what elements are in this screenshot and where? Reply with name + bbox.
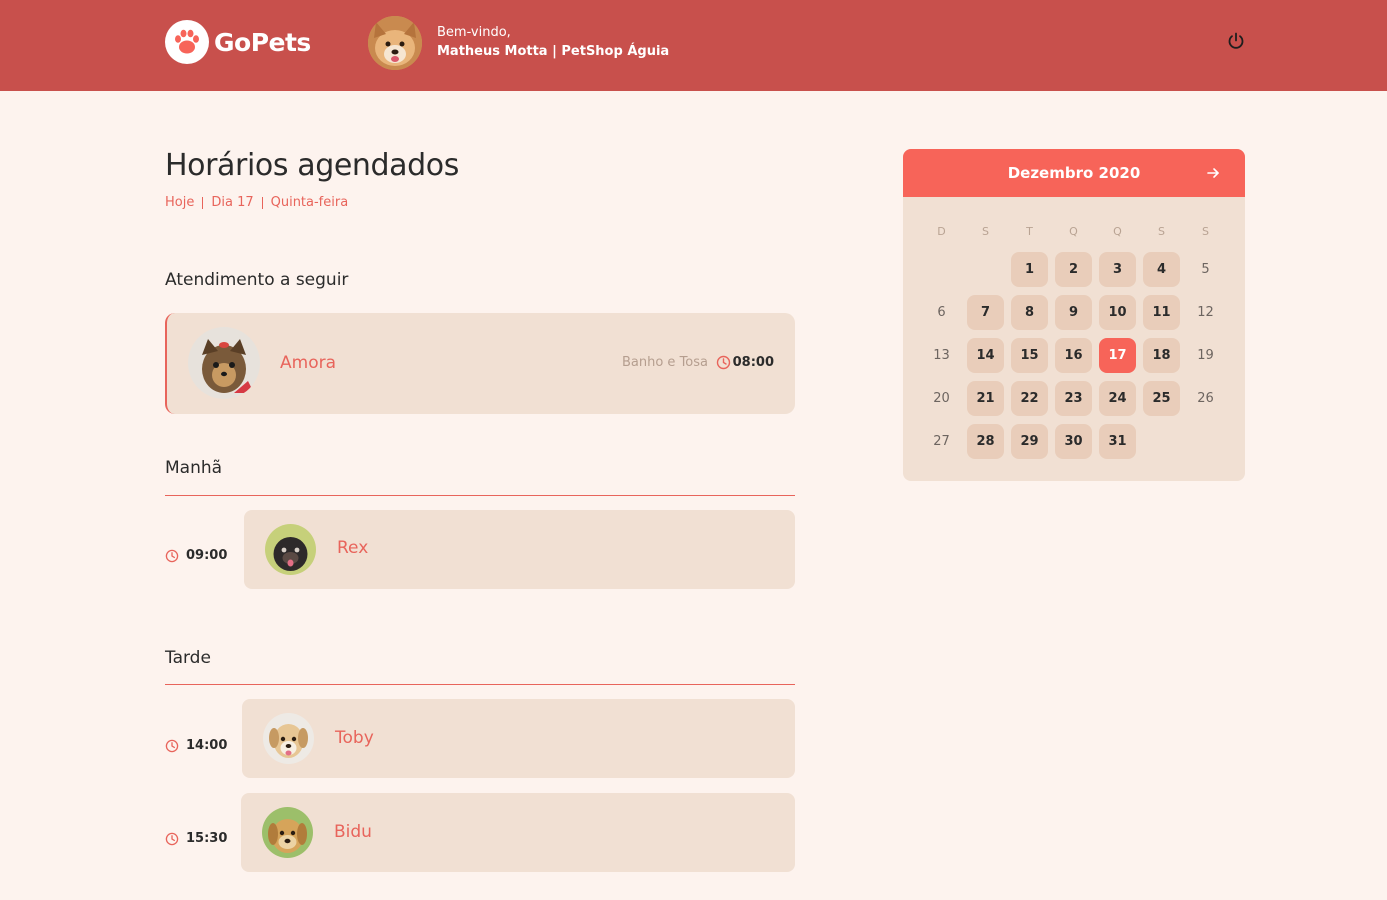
calendar-day[interactable]: 8: [1011, 295, 1048, 330]
morning-heading: Manhã: [165, 458, 223, 478]
weekday-label: D: [937, 225, 946, 238]
paw-icon: [165, 20, 209, 64]
clock-icon: [165, 739, 179, 752]
calendar-day[interactable]: 3: [1099, 252, 1136, 287]
date-subtitle: Hoje Dia 17 Quinta-feira: [165, 195, 348, 210]
pet-avatar: [265, 524, 316, 575]
pet-avatar: [262, 807, 313, 858]
afternoon-heading: Tarde: [165, 648, 211, 668]
divider: [202, 196, 204, 209]
divider: [261, 196, 263, 209]
calendar-day: 20: [933, 391, 950, 406]
user-avatar[interactable]: [368, 16, 422, 70]
subtitle-day: Dia 17: [211, 195, 254, 210]
calendar-day[interactable]: 30: [1055, 424, 1092, 459]
calendar-day: 19: [1197, 348, 1214, 363]
calendar-day[interactable]: 15: [1011, 338, 1048, 373]
calendar-day[interactable]: 4: [1143, 252, 1180, 287]
calendar-day[interactable]: 1: [1011, 252, 1048, 287]
next-appointment-card[interactable]: Amora Banho e Tosa 08:00: [165, 313, 795, 414]
page-title: Horários agendados: [165, 148, 459, 183]
calendar-day[interactable]: 14: [967, 338, 1004, 373]
weekday-label: Q: [1113, 225, 1122, 238]
calendar-day[interactable]: 28: [967, 424, 1004, 459]
calendar-day[interactable]: 18: [1143, 338, 1180, 373]
weekday-label: T: [1026, 225, 1033, 238]
pet-name[interactable]: Amora: [280, 353, 336, 373]
calendar-day[interactable]: 23: [1055, 381, 1092, 416]
pet-avatar: [188, 327, 260, 399]
top-header: GoPets Bem-vindo, Matheus Motta | PetSho…: [0, 0, 1387, 91]
calendar-day-selected[interactable]: 17: [1099, 338, 1136, 373]
slot-time: 15:30: [165, 831, 227, 846]
calendar-day[interactable]: 11: [1143, 295, 1180, 330]
welcome-text: Bem-vindo,: [437, 25, 511, 40]
time-label: 14:00: [186, 738, 228, 753]
weekday-label: Q: [1069, 225, 1078, 238]
subtitle-weekday: Quinta-feira: [270, 195, 349, 210]
slot-time: 14:00: [165, 738, 227, 753]
calendar-day: 27: [933, 434, 950, 449]
slot-time: 09:00: [165, 548, 227, 563]
pet-name[interactable]: Bidu: [334, 822, 372, 842]
calendar-day: 26: [1197, 391, 1214, 406]
calendar-day[interactable]: 10: [1099, 295, 1136, 330]
weekday-label: S: [1158, 225, 1165, 238]
appointment-time: 08:00: [732, 355, 774, 370]
calendar-month: Dezembro 2020: [1007, 164, 1141, 182]
section-divider: [165, 495, 795, 496]
calendar-day[interactable]: 31: [1099, 424, 1136, 459]
clock-icon: [165, 832, 179, 845]
calendar-day: 12: [1197, 305, 1214, 320]
appointment-card[interactable]: Rex: [244, 510, 795, 589]
calendar-day[interactable]: 2: [1055, 252, 1092, 287]
brand-name: GoPets: [214, 27, 311, 57]
weekday-label: S: [982, 225, 989, 238]
calendar-weekdays: DSTQQSS: [903, 225, 1245, 239]
calendar-day: 13: [933, 348, 950, 363]
calendar-day[interactable]: 9: [1055, 295, 1092, 330]
calendar-day[interactable]: 7: [967, 295, 1004, 330]
time-label: 09:00: [186, 548, 228, 563]
calendar-day[interactable]: 22: [1011, 381, 1048, 416]
pet-name[interactable]: Rex: [337, 538, 368, 558]
service-label: Banho e Tosa: [621, 355, 708, 370]
pet-name[interactable]: Toby: [335, 728, 374, 748]
clock-icon: [716, 355, 731, 370]
logo[interactable]: GoPets: [165, 20, 311, 64]
calendar-day: 5: [1201, 262, 1210, 277]
time-label: 15:30: [186, 831, 228, 846]
calendar-day[interactable]: 24: [1099, 381, 1136, 416]
welcome-block: Bem-vindo, Matheus Motta | PetShop Águia: [437, 24, 669, 63]
calendar-header: Dezembro 2020: [903, 149, 1245, 197]
calendar: Dezembro 2020 DSTQQSS 1 2 3 4 5 6 7 8 9 10 11 12 13 1…: [903, 149, 1245, 481]
calendar-day: 6: [937, 305, 946, 320]
section-divider: [165, 684, 795, 685]
arrow-right-icon[interactable]: [1205, 165, 1221, 181]
next-appointment-heading: Atendimento a seguir: [165, 270, 349, 290]
pet-avatar: [263, 713, 314, 764]
user-name[interactable]: Matheus Motta | PetShop Águia: [437, 41, 669, 63]
appointment-card[interactable]: Bidu: [241, 793, 795, 872]
power-icon[interactable]: [1226, 31, 1246, 51]
calendar-day[interactable]: 25: [1143, 381, 1180, 416]
calendar-day[interactable]: 16: [1055, 338, 1092, 373]
clock-icon: [165, 549, 179, 562]
subtitle-today: Hoje: [165, 195, 195, 210]
appointment-card[interactable]: Toby: [242, 699, 795, 778]
weekday-label: S: [1202, 225, 1209, 238]
calendar-day[interactable]: 21: [967, 381, 1004, 416]
calendar-day[interactable]: 29: [1011, 424, 1048, 459]
